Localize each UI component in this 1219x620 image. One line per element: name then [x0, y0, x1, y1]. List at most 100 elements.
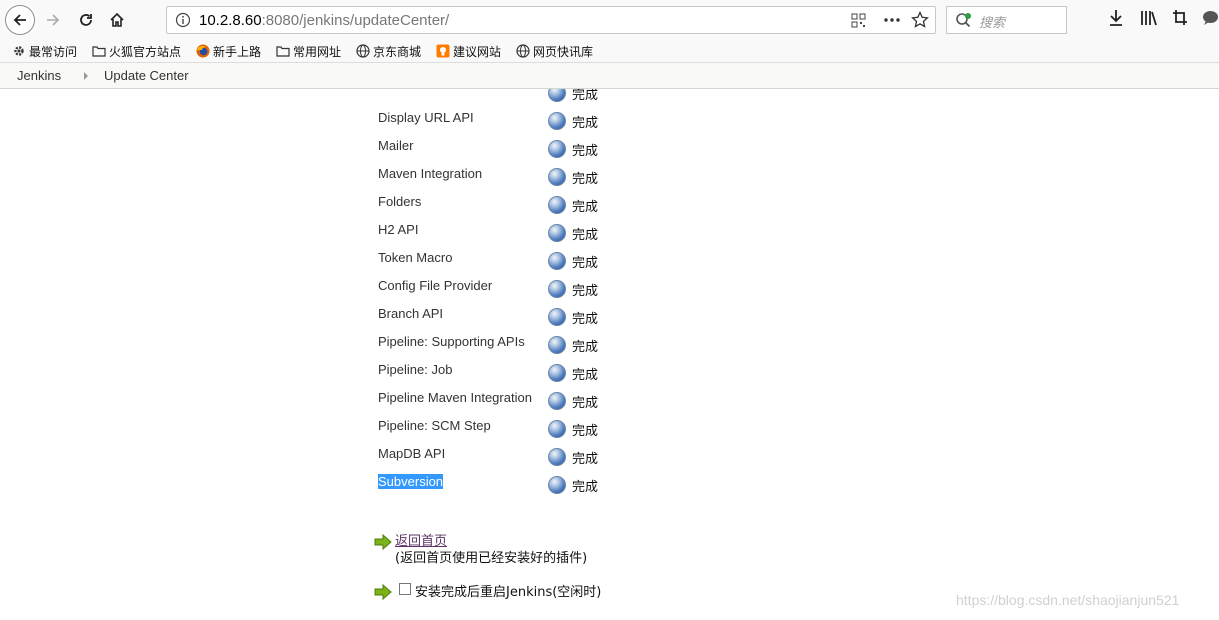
- plugin-name: H2 API: [378, 222, 419, 237]
- reload-button[interactable]: [72, 6, 100, 34]
- reload-icon: [80, 14, 92, 26]
- plugin-name: Pipeline: Job: [378, 362, 453, 377]
- restart-checkbox[interactable]: [399, 583, 411, 595]
- plugin-row: Subversion 完成: [378, 474, 638, 502]
- install-status: 完成: [572, 452, 599, 467]
- plugin-name: Pipeline Maven Integration: [378, 390, 532, 405]
- restart-checkbox-label[interactable]: 安装完成后重启Jenkins(空闲时): [415, 581, 601, 600]
- url-text: 10.2.8.60:8080/jenkins/updateCenter/: [199, 12, 450, 29]
- star-icon[interactable]: [911, 7, 929, 33]
- globe-icon: [356, 44, 370, 58]
- status-ball-icon: [548, 476, 566, 494]
- home-icon: [110, 12, 124, 27]
- plugin-row: Mailer 完成: [378, 138, 638, 166]
- plugin-row: Branch API 完成: [378, 306, 638, 334]
- plugin-row: Pipeline: SCM Step 完成: [378, 418, 638, 446]
- plugin-name: Subversion: [378, 474, 444, 489]
- qr-icon[interactable]: [851, 7, 866, 33]
- more-icon[interactable]: [883, 7, 901, 33]
- url-bar[interactable]: 10.2.8.60:8080/jenkins/updateCenter/: [166, 6, 936, 34]
- screenshot-icon[interactable]: [1172, 8, 1188, 32]
- install-status: 完成: [572, 256, 599, 271]
- arrow-right-icon: [374, 583, 392, 601]
- plugin-name: Maven Integration: [378, 166, 483, 181]
- install-status: 完成: [572, 89, 599, 103]
- plugin-row: MapDB API 完成: [378, 446, 638, 474]
- download-icon[interactable]: [1108, 8, 1124, 32]
- firefox-icon: [196, 44, 210, 58]
- plugin-row: Token Macro 完成: [378, 250, 638, 278]
- status-ball-icon: [548, 112, 566, 130]
- install-status: 完成: [572, 200, 599, 215]
- status-ball-icon: [548, 280, 566, 298]
- status-ball-icon: [548, 196, 566, 214]
- library-icon[interactable]: [1140, 8, 1158, 32]
- chat-icon[interactable]: [1202, 8, 1219, 32]
- bookmarks-bar: 最常访问 火狐官方站点 新手上路 常用网址 京东商城 建议网站 网页快讯库: [0, 40, 1219, 63]
- status-ball-icon: [548, 392, 566, 410]
- forward-button[interactable]: [39, 6, 67, 34]
- install-status: 完成: [572, 340, 599, 355]
- plugin-row: H2 API 完成: [378, 222, 638, 250]
- folder-icon: [276, 46, 290, 57]
- status-ball-icon: [548, 224, 566, 242]
- gear-icon: [14, 46, 24, 56]
- bookmark-web-slices[interactable]: 网页快讯库: [516, 42, 593, 60]
- status-ball-icon: [548, 420, 566, 438]
- go-home-description: (返回首页使用已经安装好的插件): [395, 551, 588, 566]
- status-ball-icon: [548, 308, 566, 326]
- bookmark-firefox-site[interactable]: 火狐官方站点: [92, 42, 181, 60]
- breadcrumb: Jenkins Update Center: [0, 63, 1219, 89]
- install-status: 完成: [572, 172, 599, 187]
- install-status: 完成: [572, 480, 599, 495]
- plugin-name: Folders: [378, 194, 422, 209]
- info-icon[interactable]: [175, 7, 191, 33]
- bookmark-suggested[interactable]: 建议网站: [436, 42, 501, 60]
- update-center-content: 完成 Display URL API 完成 Mailer 完成 Maven Integra…: [0, 89, 1219, 620]
- search-placeholder: 搜索: [979, 16, 1006, 31]
- plugin-row: Maven Integration 完成: [378, 166, 638, 194]
- breadcrumb-jenkins[interactable]: Jenkins: [17, 68, 61, 83]
- watermark: https://blog.csdn.net/shaojianjun521: [956, 592, 1180, 608]
- plugin-name: Pipeline: SCM Step: [378, 418, 491, 433]
- back-icon: [13, 14, 26, 26]
- status-ball-icon: [548, 364, 566, 382]
- plugin-name: Display URL API: [378, 110, 474, 125]
- bookmark-getting-started[interactable]: 新手上路: [196, 42, 261, 60]
- install-status: 完成: [572, 228, 599, 243]
- status-ball-icon: [548, 168, 566, 186]
- globe-icon: [516, 44, 530, 58]
- plugin-row: Config File Provider 完成: [378, 278, 638, 306]
- bookmark-jd[interactable]: 京东商城: [356, 42, 421, 60]
- bookmark-most-visited[interactable]: 最常访问: [12, 42, 77, 60]
- status-ball-icon: [548, 140, 566, 158]
- install-status: 完成: [572, 396, 599, 411]
- plugin-name: Token Macro: [378, 250, 453, 265]
- arrow-right-icon: [374, 533, 392, 551]
- install-status: 完成: [572, 312, 599, 327]
- bookmark-common-sites[interactable]: 常用网址: [276, 42, 341, 60]
- install-status: 完成: [572, 424, 599, 439]
- plugin-name: MapDB API: [378, 446, 446, 461]
- status-ball-icon: [548, 448, 566, 466]
- plugin-name: Pipeline: Supporting APIs: [378, 334, 525, 349]
- chevron-right-icon: [84, 72, 88, 80]
- back-button[interactable]: [5, 5, 35, 35]
- install-status: 完成: [572, 116, 599, 131]
- plugin-row: Pipeline: Supporting APIs 完成: [378, 334, 638, 362]
- install-status: 完成: [572, 368, 599, 383]
- plugin-row: Folders 完成: [378, 194, 638, 222]
- bulb-icon: [436, 44, 450, 58]
- install-status: 完成: [572, 144, 599, 159]
- forward-icon: [47, 14, 60, 26]
- search-input[interactable]: 搜索: [946, 6, 1067, 34]
- install-status: 完成: [572, 284, 599, 299]
- plugin-row: 完成: [378, 89, 638, 110]
- plugin-name: Mailer: [378, 138, 414, 153]
- breadcrumb-update-center[interactable]: Update Center: [104, 68, 189, 83]
- status-ball-icon: [548, 252, 566, 270]
- search-icon: [956, 13, 971, 28]
- home-button[interactable]: [103, 6, 131, 34]
- plugin-row: Pipeline Maven Integration 完成: [378, 390, 638, 418]
- status-ball-icon: [548, 336, 566, 354]
